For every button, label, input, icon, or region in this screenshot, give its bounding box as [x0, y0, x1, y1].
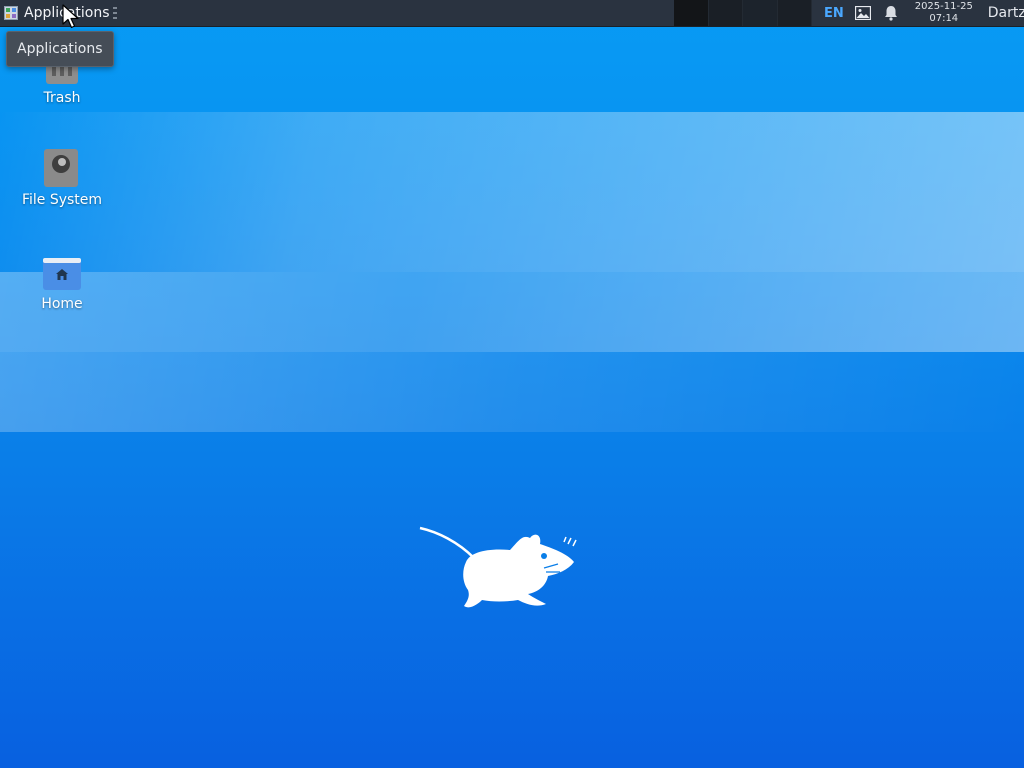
clock-time: 07:14 [929, 13, 959, 24]
home-folder-icon [42, 252, 82, 292]
keyboard-layout-indicator[interactable]: EN [824, 6, 844, 21]
desktop-icon-label: Home [41, 296, 83, 312]
window-button[interactable] [709, 0, 743, 26]
image-icon[interactable] [854, 4, 872, 22]
window-button[interactable] [674, 0, 709, 26]
desktop[interactable]: Trash File System Home [0, 0, 1024, 768]
drive-icon [42, 148, 82, 188]
applications-menu-icon [4, 6, 18, 20]
desktop-icon-label: File System [21, 192, 103, 208]
user-menu[interactable]: Dartz [988, 5, 1024, 21]
window-button[interactable] [778, 0, 812, 26]
applications-menu-button[interactable]: Applications [4, 0, 110, 26]
wallpaper-band [0, 352, 1024, 432]
wallpaper-band [0, 272, 1024, 352]
system-tray: EN 2025-11-25 07:14 Dartz [812, 0, 1024, 26]
wallpaper-band [0, 112, 1024, 272]
desktop-icon-home[interactable]: Home [7, 252, 117, 312]
window-buttons-area[interactable] [674, 0, 812, 26]
desktop-icon-label: Trash [43, 90, 81, 106]
mouse-cursor-icon [62, 4, 79, 29]
clock-date: 2025-11-25 [914, 1, 973, 12]
notification-bell-icon[interactable] [882, 4, 900, 22]
panel-separator-handle[interactable] [113, 7, 117, 19]
tooltip: Applications [6, 31, 114, 67]
xfce-mouse-logo [419, 526, 577, 608]
window-button[interactable] [743, 0, 778, 26]
clock[interactable]: 2025-11-25 07:14 [912, 1, 976, 25]
top-panel: Applications EN 2025-11-25 07:14 Dartz [0, 0, 1024, 27]
desktop-icon-file-system[interactable]: File System [7, 148, 117, 208]
tooltip-text: Applications [17, 41, 103, 57]
